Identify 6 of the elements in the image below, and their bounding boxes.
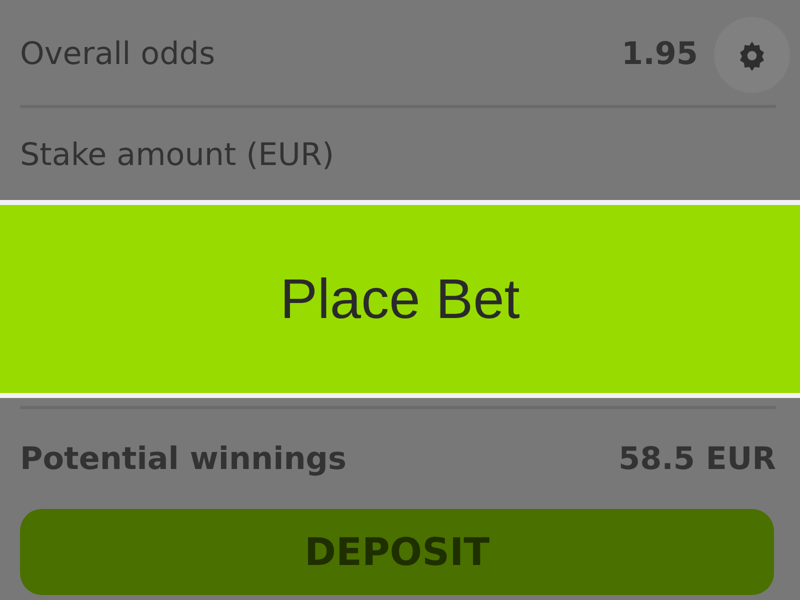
place-bet-button[interactable]: Place Bet [274, 256, 526, 342]
stake-label: Stake amount (EUR) [20, 136, 336, 175]
winnings-label: Potential winnings [20, 440, 348, 479]
winnings-value: 58.5 EUR [618, 440, 776, 479]
odds-label: Overall odds [20, 35, 216, 74]
odds-value: 1.95 [622, 35, 698, 74]
